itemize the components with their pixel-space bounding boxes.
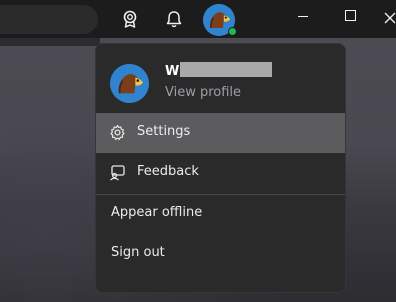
status-dot — [228, 27, 237, 36]
menu-item-sign-out[interactable]: Sign out — [96, 234, 345, 274]
background-stripe — [0, 38, 100, 46]
menu-item-label: Settings — [137, 124, 191, 139]
gear-icon-graphic — [110, 124, 125, 140]
gear-icon — [109, 124, 126, 141]
close-icon[interactable] — [384, 9, 396, 28]
menu-item-label: Sign out — [111, 245, 165, 260]
menu-item-appear-offline[interactable]: Appear offline — [96, 194, 345, 234]
trophy-icon[interactable] — [120, 9, 140, 33]
view-profile-link[interactable]: View profile — [165, 85, 241, 100]
bell-icon[interactable] — [165, 10, 183, 33]
bell-icon-graphic — [166, 11, 182, 28]
hedgehog-avatar-icon — [110, 64, 149, 103]
feedback-icon-graphic — [110, 165, 125, 181]
trophy-icon-graphic — [123, 10, 137, 28]
menu-item-settings[interactable]: Settings — [96, 113, 345, 153]
feedback-icon — [109, 164, 126, 181]
menu-item-label: Feedback — [137, 164, 199, 179]
close-icon-graphic — [384, 12, 396, 24]
minimize-icon[interactable] — [298, 16, 308, 17]
profile-menu: Wi View profile Settings Feedback Appear… — [95, 43, 346, 293]
menu-avatar[interactable] — [110, 64, 149, 103]
title-bar — [0, 0, 396, 38]
menu-item-label: Appear offline — [111, 205, 203, 220]
menu-item-feedback[interactable]: Feedback — [96, 153, 345, 193]
redacted-name-block — [180, 62, 272, 77]
search-box[interactable] — [0, 5, 98, 34]
maximize-icon[interactable] — [345, 10, 356, 21]
